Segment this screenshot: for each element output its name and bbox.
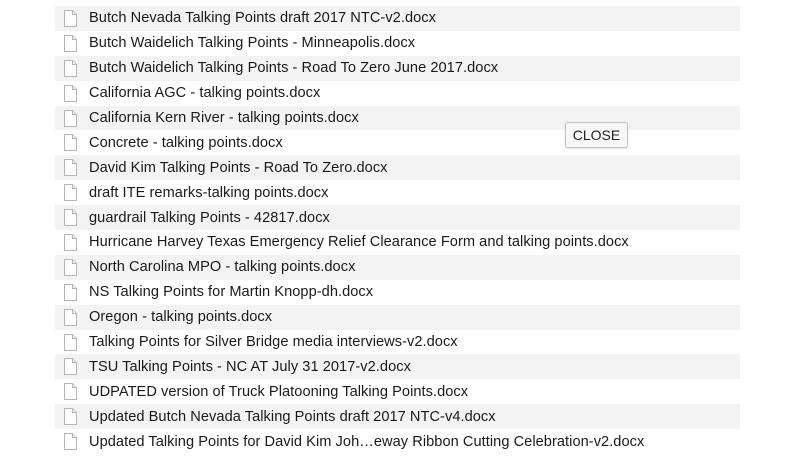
- file-name: guardrail Talking Points - 42817.docx: [89, 209, 330, 226]
- file-name: Oregon - talking points.docx: [89, 309, 273, 326]
- file-name: David Kim Talking Points - Road To Zero.…: [89, 159, 388, 176]
- file-name: California AGC - talking points.docx: [89, 85, 321, 102]
- file-name: California Kern River - talking points.d…: [89, 110, 359, 126]
- file-name: Talking Points for Silver Bridge media i…: [89, 334, 458, 351]
- file-list: Butch Nevada Talking Points draft 2017 N…: [55, 6, 740, 455]
- document-icon: [64, 233, 77, 251]
- file-name: draft ITE remarks-talking points.docx: [89, 184, 329, 201]
- file-name: Hurricane Harvey Texas Emergency Relief …: [89, 234, 629, 251]
- file-row[interactable]: California AGC - talking points.docx: [55, 80, 740, 106]
- file-row[interactable]: TSU Talking Points - NC AT July 31 2017-…: [55, 354, 740, 380]
- document-icon: [64, 283, 77, 301]
- file-row[interactable]: David Kim Talking Points - Road To Zero.…: [55, 155, 740, 181]
- document-icon: [64, 333, 77, 351]
- document-icon: [64, 258, 77, 276]
- file-row[interactable]: California Kern River - talking points.d…: [55, 105, 740, 131]
- file-row[interactable]: guardrail Talking Points - 42817.docx: [55, 205, 740, 231]
- file-row[interactable]: Oregon - talking points.docx: [55, 304, 740, 330]
- file-row[interactable]: Talking Points for Silver Bridge media i…: [55, 329, 740, 355]
- file-row[interactable]: Hurricane Harvey Texas Emergency Relief …: [55, 230, 740, 255]
- file-name: UDPATED version of Truck Platooning Talk…: [89, 383, 469, 400]
- file-row[interactable]: North Carolina MPO - talking points.docx: [55, 254, 740, 280]
- document-icon: [64, 433, 77, 451]
- document-icon: [64, 59, 77, 77]
- document-icon: [64, 408, 77, 426]
- file-name: North Carolina MPO - talking points.docx: [89, 259, 356, 276]
- file-row[interactable]: Updated Butch Nevada Talking Points draf…: [55, 404, 740, 430]
- file-name: TSU Talking Points - NC AT July 31 2017-…: [89, 358, 411, 375]
- document-icon: [64, 209, 77, 227]
- file-name: Butch Waidelich Talking Points - Minneap…: [89, 35, 416, 52]
- file-name: Concrete - talking points.docx: [89, 134, 283, 151]
- file-name: Updated Talking Points for David Kim Joh…: [89, 433, 645, 450]
- file-row[interactable]: Updated Talking Points for David Kim Joh…: [55, 429, 740, 455]
- file-row[interactable]: NS Talking Points for Martin Knopp-dh.do…: [55, 279, 740, 305]
- file-row[interactable]: Concrete - talking points.docx: [55, 130, 740, 156]
- document-icon: [64, 9, 77, 27]
- file-row[interactable]: Butch Waidelich Talking Points - Minneap…: [55, 30, 740, 56]
- file-name: Butch Nevada Talking Points draft 2017 N…: [89, 10, 436, 27]
- file-name: Updated Butch Nevada Talking Points draf…: [89, 408, 496, 425]
- document-icon: [64, 358, 77, 376]
- document-icon: [64, 383, 77, 401]
- file-row[interactable]: UDPATED version of Truck Platooning Talk…: [55, 379, 740, 405]
- document-icon: [64, 184, 77, 202]
- document-icon: [64, 134, 77, 152]
- file-row[interactable]: draft ITE remarks-talking points.docx: [55, 180, 740, 206]
- document-icon: [64, 84, 77, 102]
- document-icon: [64, 109, 77, 127]
- file-row[interactable]: Butch Nevada Talking Points draft 2017 N…: [55, 6, 740, 31]
- file-name: Butch Waidelich Talking Points - Road To…: [89, 60, 499, 77]
- document-icon: [64, 308, 77, 326]
- file-name: NS Talking Points for Martin Knopp-dh.do…: [89, 284, 374, 301]
- document-icon: [64, 159, 77, 177]
- close-button[interactable]: CLOSE: [565, 122, 628, 148]
- file-row[interactable]: Butch Waidelich Talking Points - Road To…: [55, 55, 740, 81]
- document-icon: [64, 34, 77, 52]
